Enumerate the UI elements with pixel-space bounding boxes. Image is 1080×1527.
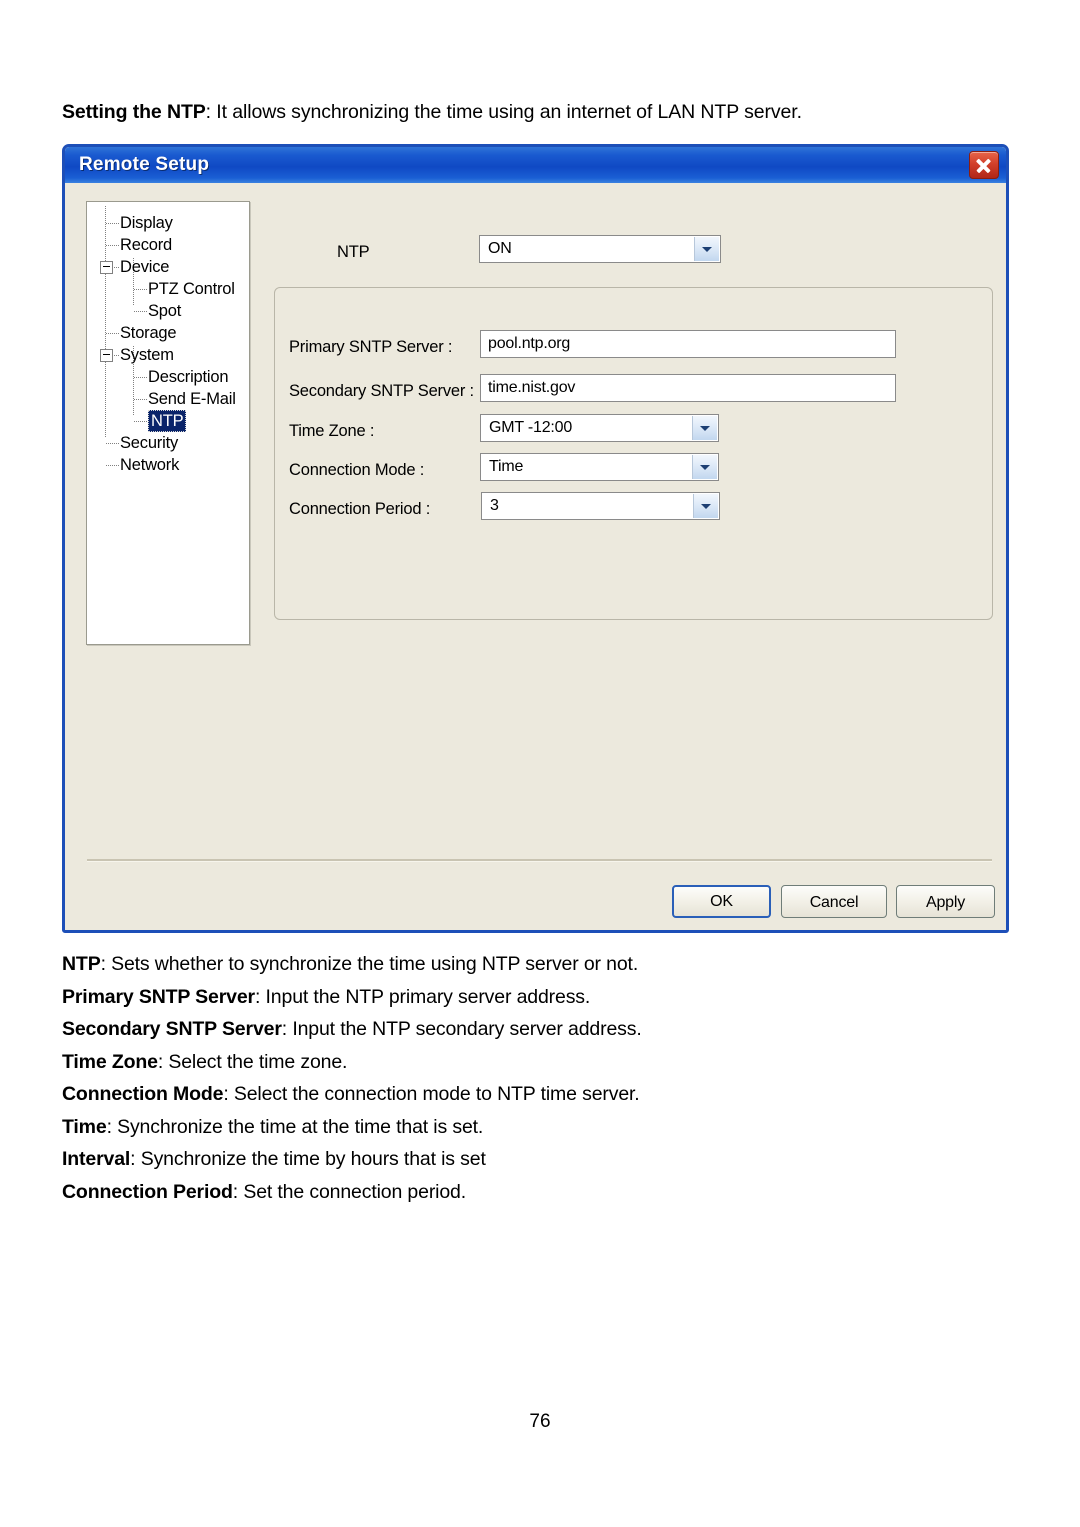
description-term: Interval (62, 1148, 131, 1170)
description-line: Connection Period: Set the connection pe… (62, 1179, 466, 1205)
tree-item-display[interactable]: Display (87, 212, 249, 234)
tree-item-label: Spot (148, 302, 182, 320)
tree-item-security[interactable]: Security (87, 432, 249, 454)
description-text: : Synchronize the time at the time that … (106, 1115, 484, 1138)
description-term: Connection Period (62, 1180, 233, 1203)
chevron-down-icon[interactable] (693, 494, 718, 518)
tree-connector-line (106, 223, 119, 224)
page-number: 76 (529, 1411, 551, 1432)
field-label-connection-mode: Connection Mode : (289, 461, 425, 479)
description-line: Interval: Synchronize the time by hours … (62, 1146, 486, 1172)
description-term: NTP (62, 953, 101, 975)
dialog-titlebar: Remote Setup (65, 147, 1006, 183)
tree-connector-line (106, 443, 119, 444)
primary-sntp-value: pool.ntp.org (488, 335, 571, 352)
settings-tree-list: Display Record Device PTZ Control Spot Storag… (87, 212, 249, 476)
time-zone-select[interactable]: GMT -12:00 (480, 414, 719, 442)
field-label-connection-period: Connection Period : (289, 500, 431, 518)
connection-mode-value: Time (489, 458, 524, 475)
dialog-title: Remote Setup (79, 154, 210, 175)
primary-sntp-input[interactable]: pool.ntp.org (480, 330, 896, 358)
field-label-ntp: NTP (337, 243, 370, 261)
description-term: Time (62, 1115, 107, 1138)
tree-expander-minus-icon[interactable] (100, 349, 113, 362)
field-label-primary-sntp: Primary SNTP Server : (289, 338, 453, 356)
tree-connector-line (134, 399, 147, 400)
tree-item-label: Send E-Mail (148, 390, 236, 408)
tree-item-label: Network (120, 456, 180, 474)
tree-item-spot[interactable]: Spot (87, 300, 249, 322)
chevron-down-icon[interactable] (694, 237, 719, 261)
tree-item-record[interactable]: Record (87, 234, 249, 256)
description-term: Primary SNTP Server (62, 985, 255, 1008)
connection-period-select[interactable]: 3 (481, 492, 720, 520)
description-text: : Select the time zone. (157, 1050, 348, 1073)
description-line: Primary SNTP Server: Input the NTP prima… (62, 984, 590, 1010)
description-line: Connection Mode: Select the connection m… (62, 1081, 640, 1107)
tree-connector-line (134, 421, 147, 422)
tree-item-label: System (120, 346, 174, 364)
description-term: Time Zone (62, 1050, 158, 1073)
description-text: : Sets whether to synchronize the time u… (100, 953, 639, 975)
tree-item-description[interactable]: Description (87, 366, 249, 388)
description-line: Time: Synchronize the time at the time t… (62, 1114, 483, 1140)
secondary-sntp-input[interactable]: time.nist.gov (480, 374, 896, 402)
ntp-select[interactable]: ON (479, 235, 721, 263)
tree-item-system[interactable]: System (87, 344, 249, 366)
tree-item-label: PTZ Control (148, 280, 235, 298)
tree-connector-line (134, 289, 147, 290)
description-line: Secondary SNTP Server: Input the NTP sec… (62, 1016, 642, 1042)
intro-bold-term: Setting the NTP (62, 101, 206, 123)
tree-connector-line (106, 465, 119, 466)
ntp-select-value: ON (488, 240, 512, 257)
chevron-down-icon[interactable] (692, 416, 717, 440)
tree-item-label: Record (120, 236, 172, 254)
tree-item-ntp[interactable]: NTP (87, 410, 249, 432)
tree-item-ptz-control[interactable]: PTZ Control (87, 278, 249, 300)
cancel-button[interactable]: Cancel (781, 885, 887, 918)
description-text: : Input the NTP primary server address. (255, 985, 591, 1008)
tree-connector-line (106, 333, 119, 334)
tree-item-label: Display (120, 214, 173, 232)
intro-rest-text: : It allows synchronizing the time using… (205, 101, 802, 123)
chevron-down-icon[interactable] (692, 455, 717, 479)
apply-button[interactable]: Apply (896, 885, 995, 918)
description-term: Connection Mode (62, 1083, 224, 1105)
footer-divider (87, 859, 992, 862)
tree-item-label: Storage (120, 324, 177, 342)
tree-connector-line (134, 311, 147, 312)
tree-item-label: Description (148, 368, 229, 386)
tree-item-device[interactable]: Device (87, 256, 249, 278)
description-line: Time Zone: Select the time zone. (62, 1049, 347, 1075)
ok-button[interactable]: OK (672, 885, 771, 918)
tree-item-send-e-mail[interactable]: Send E-Mail (87, 388, 249, 410)
connection-mode-select[interactable]: Time (480, 453, 719, 481)
settings-tree-panel[interactable]: Display Record Device PTZ Control Spot Storag… (86, 201, 250, 645)
description-text: : Select the connection mode to NTP time… (223, 1083, 640, 1105)
tree-item-network[interactable]: Network (87, 454, 249, 476)
remote-setup-dialog: Remote Setup Display Record Device PTZ Cont… (62, 144, 1009, 933)
tree-connector-line (134, 377, 147, 378)
time-zone-value: GMT -12:00 (489, 419, 573, 436)
description-text: : Synchronize the time by hours that is … (130, 1148, 486, 1170)
field-label-secondary-sntp: Secondary SNTP Server : (289, 382, 474, 400)
tree-item-label: NTP (148, 410, 187, 432)
connection-period-value: 3 (490, 497, 499, 514)
tree-expander-minus-icon[interactable] (100, 261, 113, 274)
tree-connector-line (106, 245, 119, 246)
tree-item-storage[interactable]: Storage (87, 322, 249, 344)
secondary-sntp-value: time.nist.gov (488, 379, 576, 396)
intro-paragraph: Setting the NTP: It allows synchronizing… (62, 99, 802, 125)
tree-item-label: Security (120, 434, 179, 452)
close-icon[interactable] (969, 151, 999, 179)
dialog-body: Display Record Device PTZ Control Spot Storag… (65, 183, 1006, 930)
tree-item-label: Device (120, 258, 170, 276)
description-line: NTP: Sets whether to synchronize the tim… (62, 951, 638, 977)
description-text: : Input the NTP secondary server address… (281, 1018, 642, 1040)
description-text: : Set the connection period. (232, 1180, 467, 1203)
field-label-time-zone: Time Zone : (289, 422, 375, 440)
description-term: Secondary SNTP Server (62, 1018, 282, 1040)
